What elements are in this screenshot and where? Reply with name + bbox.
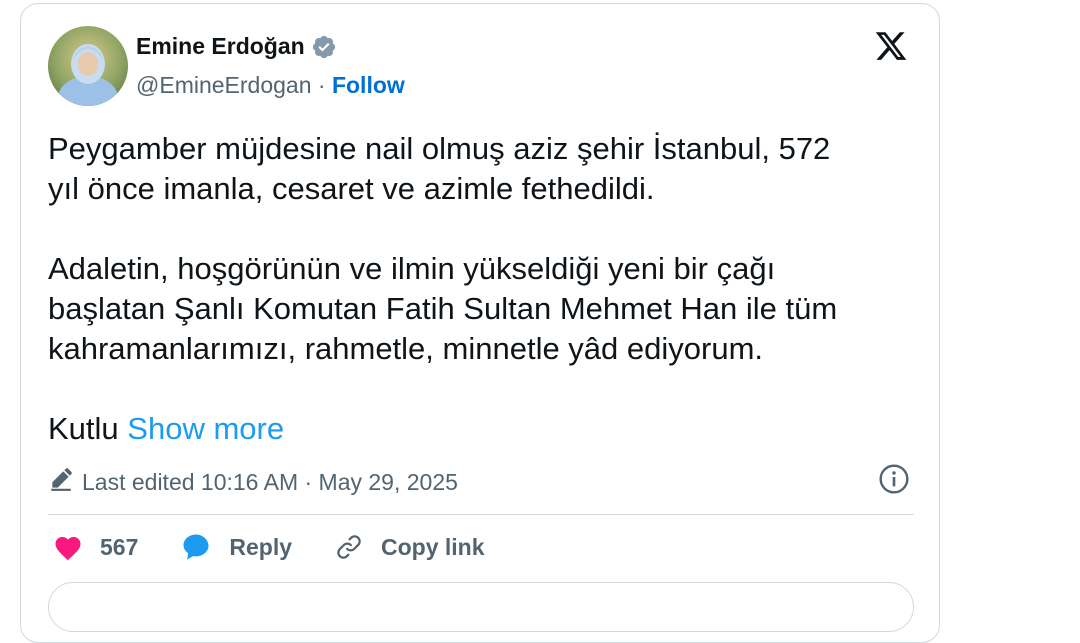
speech-bubble-icon bbox=[180, 532, 212, 562]
handle-separator: · bbox=[311, 72, 332, 98]
follow-button[interactable]: Follow bbox=[332, 72, 405, 99]
heart-icon bbox=[53, 533, 83, 561]
edited-text[interactable]: Last edited 10:16 AM · May 29, 2025 bbox=[82, 469, 458, 496]
tweet-actions: 567 Reply Copy link bbox=[53, 532, 527, 562]
author-handle-row: @EmineErdogan · Follow bbox=[136, 72, 405, 99]
tweet-text: Peygamber müjdesine nail olmuş aziz şehi… bbox=[48, 129, 918, 449]
info-icon[interactable] bbox=[878, 463, 910, 495]
tweet-text-start: Kutlu bbox=[48, 411, 119, 446]
tweet-line: Peygamber müjdesine nail olmuş aziz şehi… bbox=[48, 131, 831, 166]
show-more-link[interactable]: Show more bbox=[127, 411, 284, 446]
tweet-line: yıl önce imanla, cesaret ve azimle fethe… bbox=[48, 171, 655, 206]
author-handle[interactable]: @EmineErdogan bbox=[136, 72, 312, 99]
read-replies-button[interactable] bbox=[48, 582, 914, 632]
pencil-icon bbox=[48, 466, 74, 498]
copy-link-button[interactable]: Copy link bbox=[334, 532, 485, 562]
tweet-line: başlatan Şanlı Komutan Fatih Sultan Mehm… bbox=[48, 291, 838, 326]
copy-link-label: Copy link bbox=[381, 533, 485, 560]
author-name[interactable]: Emine Erdoğan bbox=[136, 33, 305, 60]
tweet-line-last: Kutlu Show more bbox=[48, 409, 918, 449]
x-logo-icon[interactable] bbox=[873, 29, 909, 63]
link-icon bbox=[334, 532, 364, 562]
avatar[interactable] bbox=[48, 26, 128, 106]
author-name-row: Emine Erdoğan bbox=[136, 33, 337, 60]
tweet-card: Emine Erdoğan @EmineErdogan · Follow Pey… bbox=[20, 3, 940, 643]
reply-button[interactable]: Reply bbox=[180, 532, 292, 562]
like-button[interactable]: 567 bbox=[53, 533, 138, 561]
verified-badge-icon bbox=[311, 34, 337, 60]
tweet-line: kahramanlarımızı, rahmetle, minnetle yâd… bbox=[48, 331, 764, 366]
reply-label: Reply bbox=[229, 533, 293, 560]
like-count: 567 bbox=[100, 533, 139, 560]
edited-timestamp-row: Last edited 10:16 AM · May 29, 2025 bbox=[48, 466, 458, 498]
divider bbox=[48, 514, 914, 515]
tweet-line: Adaletin, hoşgörünün ve ilmin yükseldiği… bbox=[48, 251, 776, 286]
